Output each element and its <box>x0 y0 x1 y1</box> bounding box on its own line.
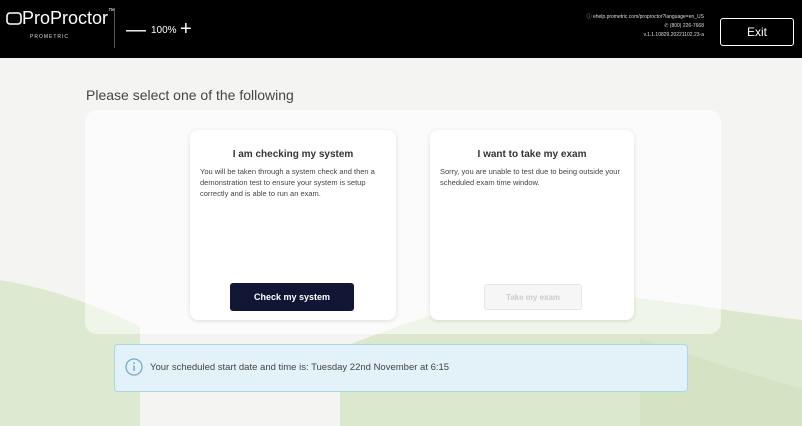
check-system-card: I am checking my system You will be take… <box>190 130 396 320</box>
support-phone: ✆ (800) 226-7668 <box>664 23 704 29</box>
check-my-system-button[interactable]: Check my system <box>230 283 354 311</box>
help-link[interactable]: ⓘ ehelp.prometric.com/proproctor?languag… <box>587 13 704 22</box>
page-heading: Please select one of the following <box>86 87 294 103</box>
card-title: I am checking my system <box>232 149 354 160</box>
zoom-in-button[interactable]: + <box>180 19 192 39</box>
card-description: Sorry, you are unable to test due to bei… <box>440 167 620 187</box>
zoom-out-button[interactable]: — <box>126 20 146 40</box>
exit-button[interactable]: Exit <box>720 18 794 46</box>
take-exam-card: I want to take my exam Sorry, you are un… <box>430 130 634 320</box>
info-icon <box>125 358 143 376</box>
take-my-exam-button[interactable]: Take my exam <box>484 284 582 310</box>
proproctor-logo: ProProctor™ PROMETRIC <box>6 8 115 48</box>
logo-mark-icon <box>6 12 22 25</box>
zoom-level: 100% <box>151 25 177 36</box>
top-bar: ProProctor™ PROMETRIC — 100% + ⓘ ehelp.p… <box>0 0 802 58</box>
schedule-text: Your scheduled start date and time is: T… <box>150 362 450 373</box>
card-title: I want to take my exam <box>477 149 587 160</box>
version-text: v.1.1.10829.20221102.23-a <box>643 32 704 38</box>
system-info: ⓘ ehelp.prometric.com/proproctor?languag… <box>587 13 704 40</box>
header-divider <box>114 10 115 48</box>
card-description: You will be taken through a system check… <box>200 167 375 198</box>
logo-text: ProProctor™ <box>6 8 115 29</box>
schedule-info-banner: Your scheduled start date and time is: T… <box>114 344 688 392</box>
logo-subtext: PROMETRIC <box>30 34 69 40</box>
